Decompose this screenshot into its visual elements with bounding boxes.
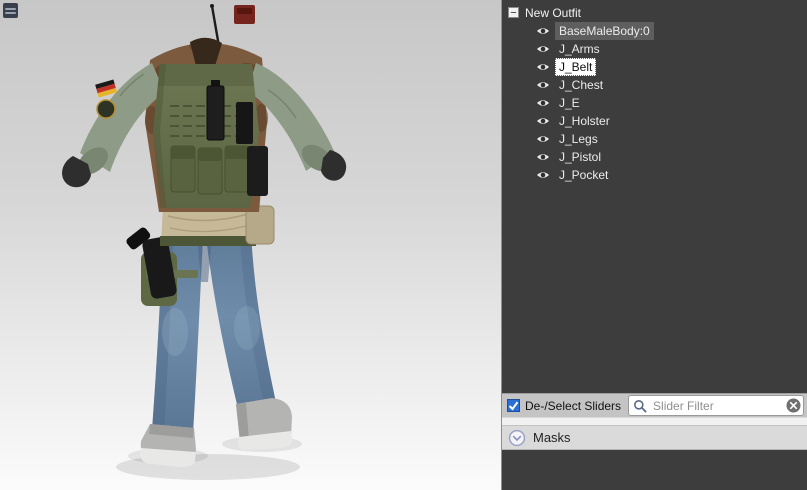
tree-item-j-legs[interactable]: J_Legs xyxy=(508,130,807,148)
deselect-sliders-label: De-/Select Sliders xyxy=(525,398,622,413)
masks-section-header[interactable]: Masks xyxy=(502,425,807,450)
tree-item-label: BaseMaleBody:0 xyxy=(555,22,654,40)
deselect-sliders-checkbox[interactable]: De-/Select Sliders xyxy=(507,399,621,413)
tree-item-j-arms[interactable]: J_Arms xyxy=(508,40,807,58)
right-panel: − New Outfit BaseMaleBody:0 J_Arms J_Bel… xyxy=(501,0,807,490)
slider-toolbar: De-/Select Sliders xyxy=(502,393,807,417)
tree-item-j-e[interactable]: J_E xyxy=(508,94,807,112)
tree-item-j-belt[interactable]: J_Belt xyxy=(508,58,807,76)
viewport-3d[interactable] xyxy=(0,0,501,490)
eye-icon[interactable] xyxy=(536,62,550,72)
panel-gap xyxy=(502,417,807,425)
sliders-panel-body xyxy=(502,450,807,490)
tree-item-label: J_Legs xyxy=(559,132,598,146)
tree-item-j-chest[interactable]: J_Chest xyxy=(508,76,807,94)
tree-item-basemalebody[interactable]: BaseMaleBody:0 xyxy=(508,22,807,40)
search-icon xyxy=(633,399,647,413)
outfit-studio-window: − New Outfit BaseMaleBody:0 J_Arms J_Bel… xyxy=(0,0,807,490)
tree-item-j-pistol[interactable]: J_Pistol xyxy=(508,148,807,166)
eye-icon[interactable] xyxy=(536,80,550,90)
collapse-box-icon[interactable]: − xyxy=(508,7,519,18)
tree-item-label: J_Arms xyxy=(559,42,600,56)
outfit-tree-panel: − New Outfit BaseMaleBody:0 J_Arms J_Bel… xyxy=(502,0,807,393)
slider-filter-input[interactable] xyxy=(651,397,782,414)
character-model xyxy=(62,4,347,480)
app-icon xyxy=(3,3,18,18)
tree-root[interactable]: − New Outfit xyxy=(508,3,807,22)
eye-icon[interactable] xyxy=(536,26,550,36)
eye-icon[interactable] xyxy=(536,152,550,162)
tree-item-label: J_Pocket xyxy=(559,168,609,182)
checkbox-checked-icon xyxy=(507,399,520,412)
masks-section-label: Masks xyxy=(533,430,571,445)
tree-item-label: J_Pistol xyxy=(559,150,602,164)
tree-item-j-pocket[interactable]: J_Pocket xyxy=(508,166,807,184)
eye-icon[interactable] xyxy=(536,170,550,180)
eye-icon[interactable] xyxy=(536,98,550,108)
tree-item-label: J_Chest xyxy=(559,78,604,92)
eye-icon[interactable] xyxy=(536,44,550,54)
clear-icon[interactable] xyxy=(786,398,801,413)
tree-item-label: J_E xyxy=(559,96,580,110)
tree-item-label: J_Holster xyxy=(559,114,610,128)
chevron-down-icon xyxy=(508,429,526,447)
slider-filter-box xyxy=(628,395,804,416)
tree-item-j-holster[interactable]: J_Holster xyxy=(508,112,807,130)
eye-icon[interactable] xyxy=(536,134,550,144)
tree-item-label: J_Belt xyxy=(555,58,597,76)
tree-root-label: New Outfit xyxy=(525,5,582,20)
eye-icon[interactable] xyxy=(536,116,550,126)
